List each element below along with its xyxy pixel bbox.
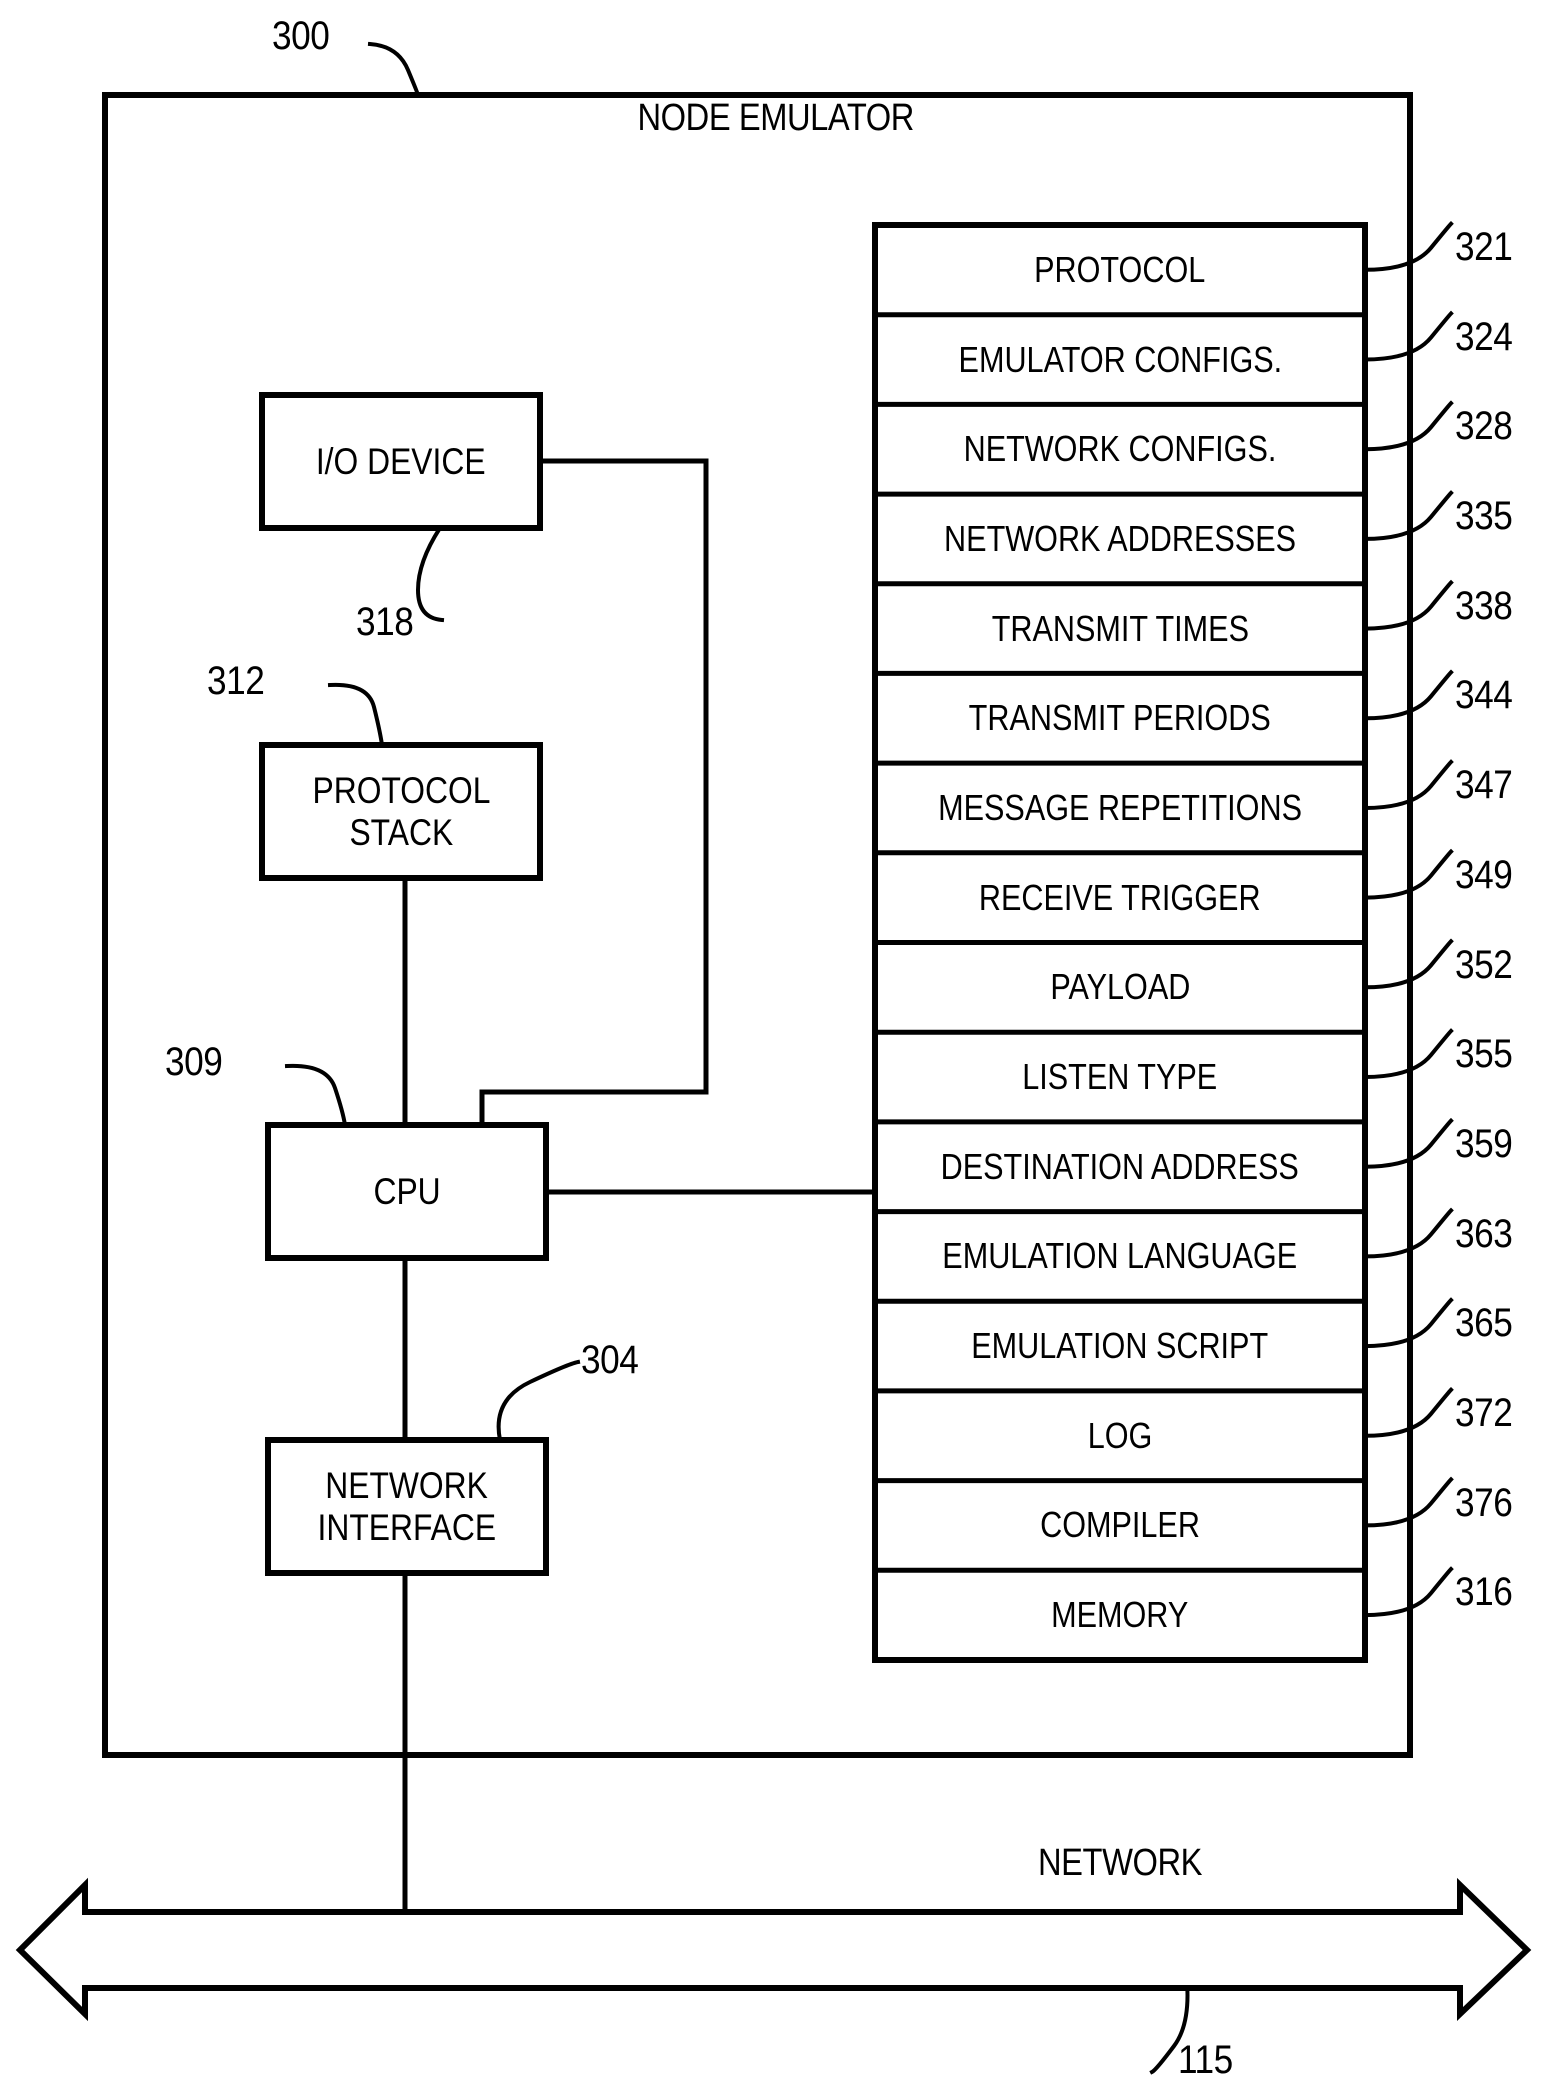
memory-row: TRANSMIT TIMES: [875, 584, 1365, 674]
memory-ref: 372: [1455, 1390, 1513, 1435]
memory-ref: 365: [1455, 1301, 1513, 1346]
memory-row-label: PAYLOAD: [1049, 966, 1191, 1008]
memory-ref: 338: [1455, 583, 1513, 628]
memory-row-label: LISTEN TYPE: [1022, 1056, 1218, 1098]
memory-row-label: RECEIVE TRIGGER: [979, 876, 1261, 918]
memory-row-label: LOG: [1087, 1414, 1153, 1456]
memory-ref: 328: [1455, 404, 1513, 449]
node-emulator-title: NODE EMULATOR: [637, 97, 914, 139]
memory-ref: 344: [1455, 673, 1513, 718]
leader-312: [327, 682, 385, 748]
memory-row: TRANSMIT PERIODS: [875, 673, 1365, 763]
cpu-label: CPU: [373, 1170, 441, 1212]
memory-ref: 335: [1455, 494, 1513, 539]
memory-row: PAYLOAD: [875, 943, 1365, 1033]
ref-312: 312: [207, 659, 265, 703]
memory-row-label: MEMORY: [1051, 1594, 1189, 1636]
network-bus-label: NETWORK: [1038, 1842, 1203, 1884]
memory-row: PROTOCOL: [875, 225, 1365, 315]
memory-row-label: EMULATION SCRIPT: [971, 1325, 1269, 1367]
figure-ref-300: 300: [272, 14, 330, 58]
memory-ref: 316: [1455, 1570, 1513, 1615]
memory-row-label: NETWORK ADDRESSES: [944, 517, 1296, 559]
memory-ref: 321: [1455, 225, 1513, 269]
memory-ref: 352: [1455, 942, 1513, 987]
leader-318: [415, 525, 445, 623]
memory-ref: 355: [1455, 1032, 1513, 1077]
memory-row-label: COMPILER: [1040, 1504, 1200, 1546]
leader-300: [367, 41, 421, 98]
leader-304: [496, 1359, 581, 1443]
ref-318: 318: [356, 600, 414, 644]
memory-row-label: PROTOCOL: [1034, 248, 1206, 290]
memory-ref: 359: [1455, 1121, 1513, 1166]
memory-row: NETWORK CONFIGS.: [875, 404, 1365, 494]
memory-row-label: EMULATION LANGUAGE: [942, 1235, 1298, 1277]
memory-row: RECEIVE TRIGGER: [875, 853, 1365, 943]
memory-row-label: TRANSMIT PERIODS: [968, 697, 1272, 739]
network-bus-arrow: [15, 1877, 1532, 2022]
memory-row-label: DESTINATION ADDRESS: [940, 1145, 1300, 1187]
memory-row: LISTEN TYPE: [875, 1032, 1365, 1122]
memory-row-label: TRANSMIT TIMES: [991, 607, 1249, 649]
memory-row: DESTINATION ADDRESS: [875, 1122, 1365, 1212]
ref-309: 309: [165, 1040, 223, 1084]
io-device-label: I/O DEVICE: [316, 440, 486, 482]
memory-ref: 324: [1455, 314, 1513, 359]
memory-row-label: MESSAGE REPETITIONS: [938, 786, 1302, 828]
memory-row: LOG: [875, 1391, 1365, 1481]
memory-ref: 347: [1455, 763, 1513, 808]
memory-row: EMULATION LANGUAGE: [875, 1212, 1365, 1302]
protocol-stack-label: PROTOCOL STACK: [312, 770, 490, 853]
memory-row: EMULATION SCRIPT: [875, 1301, 1365, 1391]
leader-309: [284, 1063, 348, 1128]
memory-row-label: NETWORK CONFIGS.: [963, 428, 1277, 470]
network-interface-label: NETWORK INTERFACE: [317, 1465, 497, 1548]
memory-ref: 363: [1455, 1211, 1513, 1256]
memory-row: COMPILER: [875, 1481, 1365, 1571]
patent-figure-page: 300 NODE EMULATOR I/O DEVICE PROTOCOL ST…: [0, 0, 1551, 2098]
memory-ref: 349: [1455, 852, 1513, 897]
ref-115: 115: [1178, 2038, 1233, 2082]
memory-row-label: EMULATOR CONFIGS.: [958, 338, 1282, 380]
memory-ref: 376: [1455, 1480, 1513, 1525]
memory-row: MESSAGE REPETITIONS: [875, 763, 1365, 853]
ref-304: 304: [581, 1338, 639, 1382]
memory-row: NETWORK ADDRESSES: [875, 494, 1365, 584]
memory-row: EMULATOR CONFIGS.: [875, 315, 1365, 405]
memory-row: MEMORY: [875, 1570, 1365, 1660]
